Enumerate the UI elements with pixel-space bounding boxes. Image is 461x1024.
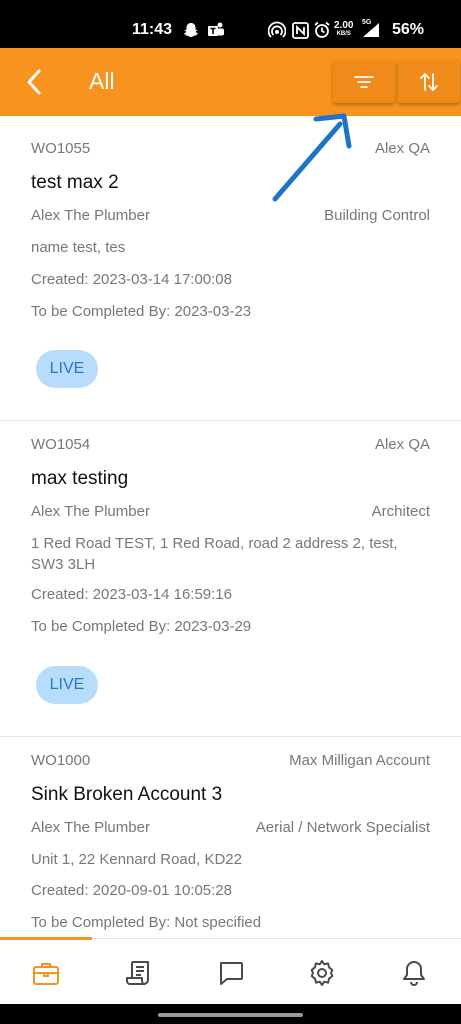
created-date: Created: 2020-09-01 10:05:28 bbox=[31, 882, 232, 899]
complete-by-date: To be Completed By: 2023-03-23 bbox=[31, 303, 252, 320]
battery-level: 56% bbox=[392, 21, 425, 38]
work-order-id: WO1054 bbox=[31, 436, 91, 453]
contractor-name: Alex The Plumber bbox=[31, 503, 150, 520]
work-order-card[interactable]: WO1055 Alex QA test max 2 Alex The Plumb… bbox=[0, 116, 461, 421]
back-button[interactable] bbox=[16, 62, 52, 102]
snapchat-icon bbox=[181, 20, 201, 40]
teams-icon bbox=[205, 20, 227, 40]
contractor-name: Alex The Plumber bbox=[31, 207, 150, 224]
address: Unit 1, 22 Kennard Road, KD22 bbox=[31, 851, 242, 868]
nav-notifications[interactable] bbox=[394, 955, 434, 991]
nav-documents[interactable] bbox=[118, 955, 158, 991]
network-speed: 2.00 KB/S bbox=[334, 21, 353, 38]
account-name: Alex QA bbox=[374, 140, 430, 157]
back-arrow-icon bbox=[27, 69, 41, 95]
signal-icon: 5G bbox=[360, 19, 384, 40]
work-order-list: WO1055 Alex QA test max 2 Alex The Plumb… bbox=[0, 116, 461, 938]
work-order-title: Sink Broken Account 3 bbox=[31, 784, 223, 805]
trade-name: Aerial / Network Specialist bbox=[255, 819, 430, 836]
bell-icon bbox=[403, 961, 425, 986]
nav-messages[interactable] bbox=[211, 955, 251, 991]
created-date: Created: 2023-03-14 16:59:16 bbox=[31, 586, 232, 603]
document-icon bbox=[126, 961, 149, 985]
trade-name: Building Control bbox=[324, 207, 430, 224]
bottom-nav bbox=[0, 937, 461, 1004]
account-name: Alex QA bbox=[374, 436, 430, 453]
sort-icon bbox=[420, 72, 438, 91]
speed-unit: KB/S bbox=[336, 31, 351, 37]
address: 1 Red Road TEST, 1 Red Road, road 2 addr… bbox=[31, 535, 398, 573]
alarm-icon bbox=[312, 20, 332, 40]
active-tab-indicator bbox=[0, 937, 92, 940]
status-time: 11:43 bbox=[132, 21, 173, 38]
work-order-card[interactable]: WO1000 Max Milligan Account Sink Broken … bbox=[0, 737, 461, 938]
gesture-bar bbox=[0, 1004, 461, 1024]
work-order-id: WO1000 bbox=[31, 752, 91, 769]
complete-by-date: To be Completed By: 2023-03-29 bbox=[31, 618, 252, 635]
work-order-card[interactable]: WO1054 Alex QA max testing Alex The Plum… bbox=[0, 421, 461, 737]
nav-settings[interactable] bbox=[302, 955, 342, 991]
network-type: 5G bbox=[362, 19, 372, 26]
account-name: Max Milligan Account bbox=[289, 752, 430, 769]
status-badge[interactable]: LIVE bbox=[36, 350, 98, 388]
work-order-id: WO1055 bbox=[31, 140, 91, 157]
page-title: All bbox=[89, 68, 115, 94]
created-date: Created: 2023-03-14 17:00:08 bbox=[31, 271, 232, 288]
settings-icon bbox=[310, 960, 334, 986]
briefcase-icon bbox=[33, 963, 59, 985]
home-indicator[interactable] bbox=[158, 1013, 303, 1017]
app-bar: All bbox=[0, 48, 461, 116]
nav-work-orders[interactable] bbox=[26, 955, 66, 991]
speed-value: 2.00 bbox=[334, 20, 354, 31]
status-badge[interactable]: LIVE bbox=[36, 666, 98, 704]
sort-button[interactable] bbox=[398, 60, 460, 103]
hotspot-icon bbox=[267, 20, 287, 40]
trade-name: Architect bbox=[371, 503, 430, 520]
chat-icon bbox=[220, 962, 243, 985]
work-order-title: test max 2 bbox=[31, 172, 119, 193]
filter-icon bbox=[354, 75, 374, 88]
status-bar: 11:43 2.00 KB/S 5G 56% bbox=[0, 0, 461, 48]
address: name test, tes bbox=[31, 239, 126, 256]
filter-button[interactable] bbox=[333, 60, 395, 103]
contractor-name: Alex The Plumber bbox=[31, 819, 150, 836]
nfc-icon bbox=[290, 20, 310, 40]
work-order-title: max testing bbox=[31, 468, 129, 489]
complete-by-date: To be Completed By: Not specified bbox=[31, 914, 262, 931]
